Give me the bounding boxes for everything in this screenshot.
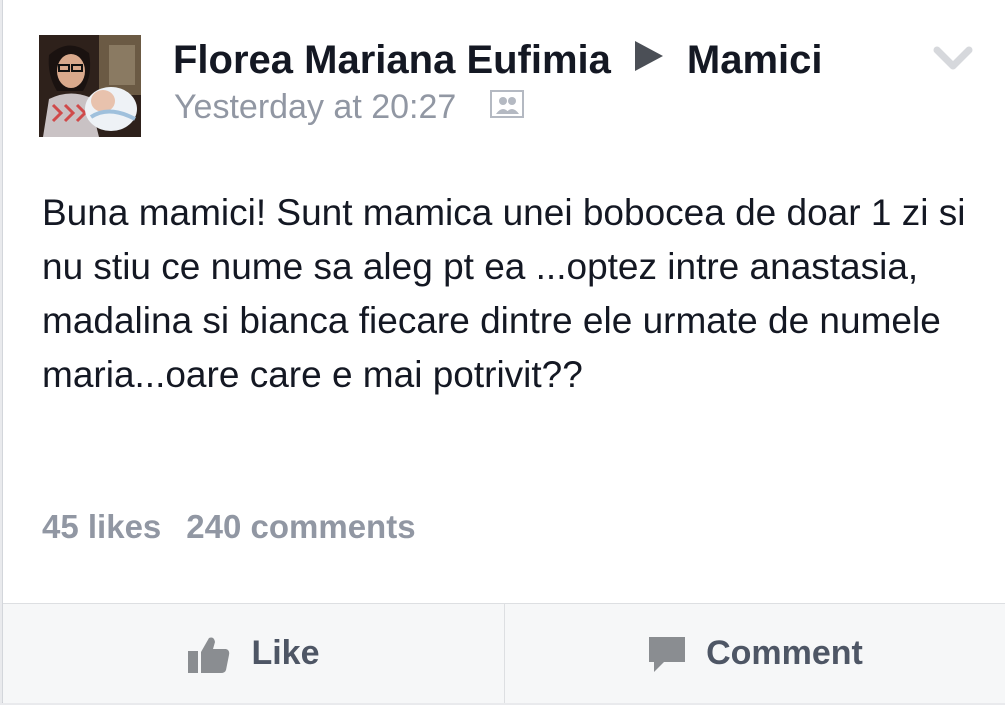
group-name[interactable]: Mamici — [687, 38, 823, 83]
post-text: Buna mamici! Sunt mamica unei bobocea de… — [42, 192, 966, 395]
post-stats: 45 likes 240 comments — [42, 508, 416, 546]
post-card: Florea Mariana Eufimia Mamici Yesterday … — [2, 0, 1005, 703]
arrow-right-icon — [631, 38, 665, 83]
post-header: Florea Mariana Eufimia Mamici — [173, 38, 823, 83]
post-meta: Yesterday at 20:27 — [174, 88, 525, 127]
comment-icon — [649, 636, 686, 672]
comments-count[interactable]: 240 comments — [186, 508, 415, 546]
action-bar: Like Comment — [3, 603, 1005, 703]
chevron-down-icon[interactable] — [933, 44, 973, 72]
like-button[interactable]: Like — [3, 604, 504, 703]
comment-label: Comment — [706, 634, 863, 672]
likes-count[interactable]: 45 likes — [42, 508, 161, 546]
author-name[interactable]: Florea Mariana Eufimia — [173, 38, 611, 83]
profile-photo — [39, 35, 141, 137]
thumbs-up-icon — [188, 637, 230, 673]
avatar[interactable] — [39, 35, 141, 137]
comment-button[interactable]: Comment — [504, 604, 1005, 703]
like-label: Like — [251, 634, 320, 672]
timestamp[interactable]: Yesterday at 20:27 — [174, 88, 456, 127]
group-privacy-icon — [490, 88, 525, 127]
